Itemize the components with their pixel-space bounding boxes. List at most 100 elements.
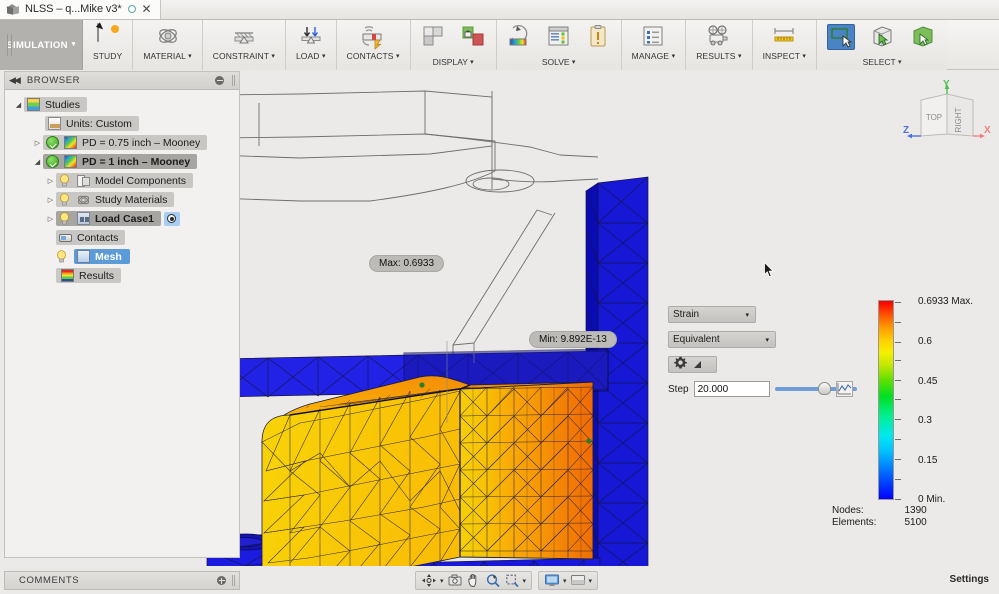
ribbon-label-select: SELECT ▾: [862, 57, 902, 67]
ribbon-button-constraint[interactable]: CONSTRAINT ▾: [208, 22, 280, 61]
constraint-icon: [231, 24, 257, 50]
legend-tick-0-45: 0.45: [918, 376, 938, 387]
browser-panel: ◀◀ BROWSER ◢ Studies Units: Custom ▷ PD: [4, 71, 240, 558]
display-settings-icon[interactable]: [544, 573, 560, 588]
ribbon-button-results[interactable]: RESULTS ▾: [691, 22, 746, 61]
ribbon-button-select-face[interactable]: [863, 22, 901, 50]
visibility-bulb-icon[interactable]: [59, 193, 72, 206]
tree-item-studies[interactable]: ◢ Studies: [5, 95, 239, 114]
expander-icon[interactable]: ▷: [45, 177, 56, 185]
zoom-window-icon[interactable]: [504, 573, 520, 588]
tree-item-results[interactable]: Results: [5, 266, 239, 285]
unsaved-indicator-icon: [127, 5, 136, 13]
status-ok-icon: [46, 136, 59, 149]
panel-resize-grip[interactable]: [232, 575, 235, 586]
visibility-bulb-icon[interactable]: [59, 174, 72, 187]
tree-label: Mesh: [95, 250, 122, 263]
tree-label: Contacts: [77, 231, 119, 244]
view-cube[interactable]: TOP RIGHT Z X Y: [899, 78, 991, 152]
tree-item-contacts[interactable]: Contacts: [5, 228, 239, 247]
ribbon-button-solve[interactable]: [502, 22, 538, 50]
expand-corner-icon[interactable]: [693, 356, 702, 374]
tree-item-load-case1[interactable]: ▷ Load Case1: [5, 209, 239, 228]
orbit-icon[interactable]: [421, 573, 437, 588]
ribbon-button-material[interactable]: MATERIAL ▾: [138, 22, 196, 61]
ribbon-button-inspect[interactable]: INSPECT ▾: [758, 22, 811, 61]
zoom-in-icon[interactable]: [485, 573, 501, 588]
max-probe-marker: [419, 382, 425, 388]
grid-snap-icon[interactable]: [570, 573, 586, 588]
ribbon-button-select-window[interactable]: [822, 22, 860, 50]
legend-tick-0-6: 0.6: [918, 336, 932, 347]
tree-item-study-pd075[interactable]: ▷ PD = 0.75 inch – Mooney: [5, 133, 239, 152]
active-load-case-radio-icon[interactable]: [163, 211, 180, 226]
expander-icon[interactable]: ◢: [13, 101, 24, 109]
ribbon-button-contacts[interactable]: CONTACTS ▾: [342, 22, 405, 61]
ribbon-button-display-shaded[interactable]: [416, 22, 452, 50]
step-slider[interactable]: [774, 381, 857, 397]
chevron-down-icon: ▾: [271, 53, 275, 60]
chevron-down-icon[interactable]: ▾: [563, 577, 567, 585]
ribbon-group-select: SELECT ▾: [817, 20, 948, 70]
chevron-down-icon: ▾: [897, 59, 902, 66]
chevron-down-icon[interactable]: ▾: [523, 577, 527, 585]
expander-icon[interactable]: ▷: [45, 196, 56, 204]
legend-tick-0-3: 0.3: [918, 415, 932, 426]
ribbon-group-results: RESULTS ▾: [686, 20, 753, 70]
result-type-dropdown[interactable]: Strain ▾: [668, 306, 756, 323]
mesh-icon: [77, 250, 90, 263]
chevron-down-icon[interactable]: ▾: [589, 577, 593, 585]
ribbon-group-manage: MANAGE ▾: [621, 20, 687, 70]
chevron-down-icon[interactable]: ▾: [440, 577, 444, 585]
base-plate-blue: [206, 532, 601, 566]
settings-button[interactable]: Settings: [950, 574, 989, 585]
ribbon-button-load[interactable]: LOAD ▾: [291, 22, 331, 61]
ribbon-button-solve-report[interactable]: [580, 22, 616, 50]
nodes-value: 1390: [904, 505, 927, 516]
ribbon-button-manage[interactable]: MANAGE ▾: [627, 22, 681, 61]
step-input[interactable]: [693, 381, 770, 397]
tree-item-units[interactable]: Units: Custom: [5, 114, 239, 133]
expander-icon[interactable]: ▷: [32, 139, 43, 147]
ribbon-button-select-body[interactable]: [904, 22, 942, 50]
panel-menu-icon[interactable]: [215, 76, 224, 85]
tree-item-study-materials[interactable]: ▷ Study Materials: [5, 190, 239, 209]
collapse-left-icon[interactable]: ◀◀: [9, 75, 21, 86]
add-comment-icon[interactable]: [217, 576, 226, 585]
min-value-callout[interactable]: Min: 9.892E-13: [529, 331, 617, 348]
ribbon-button-solve-results[interactable]: [541, 22, 577, 50]
legend-tick-min: 0 Min.: [918, 494, 946, 505]
ribbon-button-display-lock[interactable]: [455, 22, 491, 50]
expander-icon[interactable]: ▷: [45, 215, 56, 223]
view-cube-face-right: RIGHT: [954, 107, 963, 132]
comments-panel-header[interactable]: COMMENTS: [4, 571, 240, 590]
ribbon-button-study[interactable]: STUDY: [88, 22, 127, 61]
tree-item-mesh-selected[interactable]: Mesh: [74, 249, 130, 264]
tree-item-study-pd1[interactable]: ◢ PD = 1 inch – Mooney: [5, 152, 239, 171]
tree-item-mesh[interactable]: Mesh: [5, 247, 239, 266]
document-tab[interactable]: NLSS – q...Mike v3* ✕: [0, 0, 161, 19]
tree-item-model-components[interactable]: ▷ Model Components: [5, 171, 239, 190]
slider-knob[interactable]: [818, 382, 831, 395]
pan-hand-icon[interactable]: [466, 573, 482, 588]
ribbon-label-load: LOAD ▾: [295, 51, 326, 61]
gear-icon[interactable]: [674, 356, 687, 374]
ribbon-label-results: RESULTS ▾: [696, 51, 742, 61]
plot-graph-icon[interactable]: [836, 381, 853, 397]
load-icon: [298, 24, 324, 50]
visibility-bulb-icon[interactable]: [59, 212, 72, 225]
panel-resize-grip[interactable]: [232, 75, 235, 86]
result-component-dropdown[interactable]: Equivalent ▾: [668, 331, 776, 348]
ribbon-group-constraint: CONSTRAINT ▾: [202, 20, 286, 70]
workspace-switcher-simulation[interactable]: SIMULATION ▾: [0, 20, 83, 70]
tree-label: Results: [79, 269, 115, 282]
result-type-value: Strain: [673, 309, 700, 320]
visibility-bulb-icon[interactable]: [56, 250, 69, 263]
look-at-icon[interactable]: [447, 573, 463, 588]
ribbon-label-manage: MANAGE ▾: [631, 51, 676, 61]
solve-results-icon: [546, 24, 572, 50]
nodes-label: Nodes:: [832, 505, 864, 516]
max-value-callout[interactable]: Max: 0.6933: [369, 255, 445, 272]
close-icon[interactable]: ✕: [142, 3, 152, 15]
expander-icon[interactable]: ◢: [32, 158, 43, 166]
